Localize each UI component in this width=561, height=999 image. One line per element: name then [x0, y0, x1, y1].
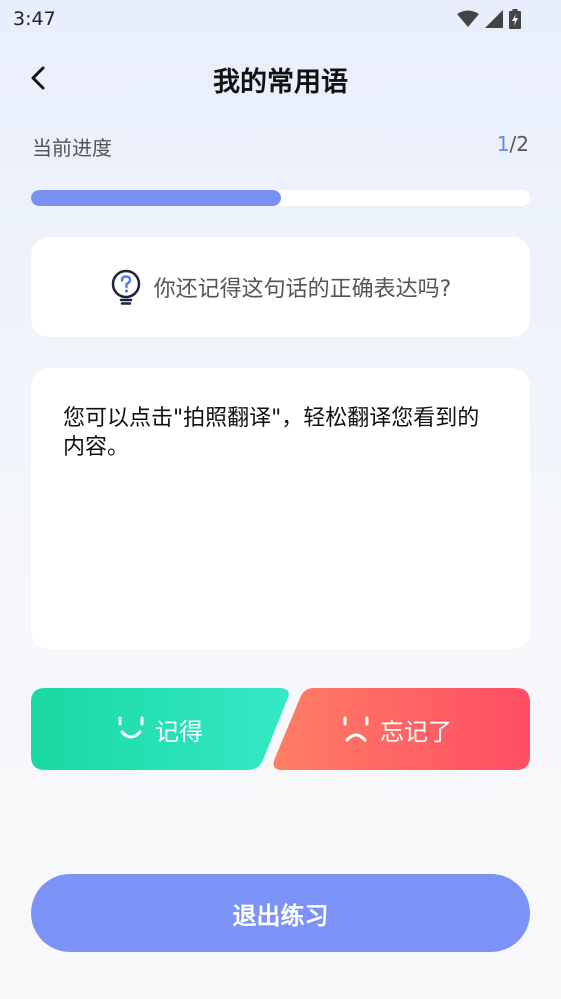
progress-label: 当前进度: [32, 136, 112, 160]
exit-practice-button[interactable]: 退出练习: [31, 874, 530, 952]
smile-icon: [118, 716, 144, 739]
progress-total: 2: [516, 132, 529, 156]
lightbulb-question-icon: [111, 269, 140, 305]
status-bar: 3:47: [0, 0, 561, 40]
remember-button-label: 记得: [155, 717, 203, 746]
progress-bar: [31, 190, 530, 206]
sad-icon: [343, 716, 369, 742]
signal-icon: [485, 10, 503, 28]
battery-icon: [509, 9, 521, 29]
question-card: 你还记得这句话的正确表达吗?: [31, 237, 530, 337]
forgot-button-label: 忘记了: [380, 717, 452, 746]
progress-current: 1: [496, 132, 510, 156]
progress-fill: [31, 190, 281, 206]
wifi-icon: [457, 10, 479, 27]
phrase-text: 您可以点击"拍照翻译"，轻松翻译您看到的内容。: [63, 406, 480, 460]
header: 我的常用语: [0, 50, 561, 106]
forgot-button[interactable]: 忘记了: [270, 688, 530, 770]
page-title: 我的常用语: [213, 67, 348, 98]
question-text: 你还记得这句话的正确表达吗?: [153, 277, 452, 302]
forgot-button-content: 忘记了: [342, 688, 452, 770]
remember-button-content: 记得: [117, 688, 203, 770]
progress-count: 1/2: [497, 132, 529, 156]
phrase-card: 您可以点击"拍照翻译"，轻松翻译您看到的内容。: [31, 368, 530, 649]
status-icons: [457, 6, 521, 32]
status-time: 3:47: [13, 8, 56, 30]
remember-button[interactable]: 记得: [31, 688, 293, 770]
